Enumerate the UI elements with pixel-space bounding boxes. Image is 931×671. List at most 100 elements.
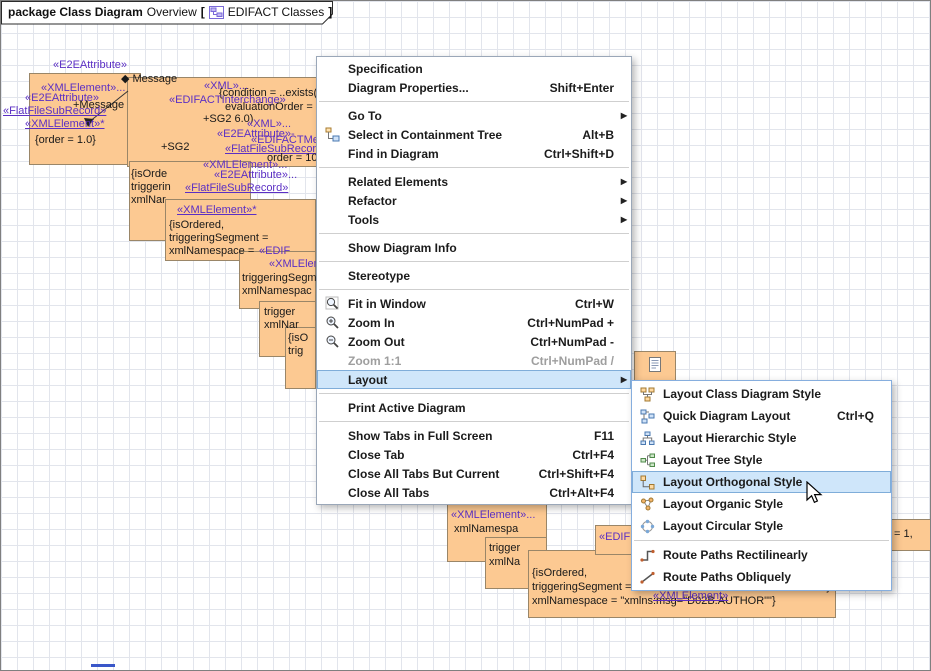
menu-item-shortcut: Ctrl+Shift+D bbox=[526, 147, 614, 161]
menu-item-layout-hierarchic-style[interactable]: Layout Hierarchic Style bbox=[632, 427, 891, 449]
menu-item-label: Layout Circular Style bbox=[663, 519, 783, 533]
menu-item-label: Fit in Window bbox=[348, 297, 426, 311]
menu-item-zoom-1-1[interactable]: Zoom 1:1Ctrl+NumPad / bbox=[317, 351, 631, 370]
menu-item-shortcut: Ctrl+NumPad - bbox=[512, 335, 614, 349]
frame-edge-mark bbox=[91, 664, 115, 667]
menu-item-route-paths-rectilinearly[interactable]: Route Paths Rectilinearly bbox=[632, 544, 891, 566]
menu-item-label: Route Paths Rectilinearly bbox=[663, 548, 808, 562]
menu-separator bbox=[319, 101, 629, 102]
zoom-in-icon bbox=[320, 315, 344, 330]
menu-item-show-tabs-in-full-screen[interactable]: Show Tabs in Full Screen F11 bbox=[317, 426, 631, 445]
menu-item-label: Layout Hierarchic Style bbox=[663, 431, 796, 445]
menu-item-label: Zoom Out bbox=[348, 335, 405, 349]
stereotype-label: «EDIF bbox=[259, 245, 290, 257]
menu-item-shortcut: Ctrl+NumPad / bbox=[513, 354, 614, 368]
mouse-cursor bbox=[805, 481, 827, 505]
menu-item-shortcut: Ctrl+Q bbox=[819, 409, 874, 423]
class-text-fragment: {isOrdered, bbox=[532, 567, 587, 579]
menu-item-label: Quick Diagram Layout bbox=[663, 409, 790, 423]
menu-item-label: Specification bbox=[348, 62, 423, 76]
menu-item-close-all-tabs-but-current[interactable]: Close All Tabs But CurrentCtrl+Shift+F4 bbox=[317, 464, 631, 483]
menu-item-label: Related Elements bbox=[348, 175, 448, 189]
menu-item-label: Close Tab bbox=[348, 448, 404, 462]
menu-item-shortcut: Ctrl+F4 bbox=[554, 448, 614, 462]
stereotype-label: «E2EAttribute»... bbox=[214, 169, 297, 181]
diagram-kind-label: package Class Diagram bbox=[8, 5, 143, 19]
diagram-tab[interactable]: package Class Diagram Overview [ EDIFACT… bbox=[1, 1, 343, 25]
submenu-arrow-icon: ▶ bbox=[614, 376, 627, 384]
menu-item-find-in-diagram[interactable]: Find in DiagramCtrl+Shift+D bbox=[317, 144, 631, 163]
menu-separator bbox=[319, 233, 629, 234]
menu-item-fit-in-window[interactable]: Fit in Window Ctrl+W bbox=[317, 294, 631, 313]
diagram-frame-title: EDIFACT Classes bbox=[228, 5, 324, 19]
class-text-fragment: trigger bbox=[264, 306, 295, 318]
menu-separator bbox=[634, 540, 889, 541]
menu-item-close-tab[interactable]: Close Tab Ctrl+F4 bbox=[317, 445, 631, 464]
frame-open-bracket: [ bbox=[201, 5, 205, 19]
menu-item-diagram-properties[interactable]: Diagram Properties...Shift+Enter bbox=[317, 78, 631, 97]
menu-separator bbox=[319, 167, 629, 168]
layout-class-diagram-icon bbox=[635, 387, 659, 402]
menu-item-label: Refactor bbox=[348, 194, 397, 208]
stereotype-label: «XMLElement»* bbox=[25, 118, 105, 130]
menu-item-shortcut: Ctrl+Shift+F4 bbox=[521, 467, 614, 481]
menu-item-select-in-containment-tree[interactable]: Select in Containment TreeAlt+B bbox=[317, 125, 631, 144]
menu-item-layout-orthogonal-style[interactable]: Layout Orthogonal Style bbox=[632, 471, 891, 493]
frame-close-bracket: ] bbox=[328, 5, 332, 19]
menu-item-layout-circular-style[interactable]: Layout Circular Style bbox=[632, 515, 891, 537]
class-text-fragment: {isOrdered, bbox=[169, 219, 224, 231]
menu-item-stereotype[interactable]: Stereotype bbox=[317, 266, 631, 285]
menu-item-close-all-tabs[interactable]: Close All TabsCtrl+Alt+F4 bbox=[317, 483, 631, 502]
menu-item-route-paths-obliquely[interactable]: Route Paths Obliquely bbox=[632, 566, 891, 588]
menu-item-zoom-out[interactable]: Zoom Out Ctrl+NumPad - bbox=[317, 332, 631, 351]
quick-diagram-layout-icon bbox=[635, 409, 659, 424]
class-text-fragment: ◆ Message bbox=[121, 73, 177, 85]
class-text-fragment: xmlNamespa bbox=[454, 523, 518, 535]
class-text-fragment: evaluationOrder = 6, bbox=[225, 101, 325, 113]
menu-item-layout[interactable]: Layout▶ bbox=[317, 370, 631, 389]
submenu-arrow-icon: ▶ bbox=[614, 178, 627, 186]
menu-item-label: Print Active Diagram bbox=[348, 401, 466, 415]
layout-organic-icon bbox=[635, 497, 659, 512]
class-text-fragment: triggeringSegment = bbox=[169, 232, 268, 244]
menu-item-zoom-in[interactable]: Zoom InCtrl+NumPad + bbox=[317, 313, 631, 332]
fit-in-window-icon bbox=[320, 296, 344, 311]
layout-tree-icon bbox=[635, 453, 659, 468]
menu-item-label: Stereotype bbox=[348, 269, 410, 283]
stereotype-label: «XMLElement»* bbox=[177, 204, 257, 216]
menu-item-print-active-diagram[interactable]: Print Active Diagram bbox=[317, 398, 631, 417]
diagram-canvas[interactable]: «E2EAttribute»◆ Message«XML»...«XMLEleme… bbox=[0, 0, 931, 671]
menu-item-related-elements[interactable]: Related Elements ▶ bbox=[317, 172, 631, 191]
diagram-name-label: Overview bbox=[147, 5, 197, 19]
menu-item-show-diagram-info[interactable]: Show Diagram Info bbox=[317, 238, 631, 257]
menu-item-layout-organic-style[interactable]: Layout Organic Style bbox=[632, 493, 891, 515]
menu-item-go-to[interactable]: Go To▶ bbox=[317, 106, 631, 125]
menu-separator bbox=[319, 261, 629, 262]
menu-item-layout-tree-style[interactable]: Layout Tree Style bbox=[632, 449, 891, 471]
class-diagram-icon bbox=[209, 6, 224, 19]
class-text-fragment: {isO bbox=[288, 332, 308, 344]
class-text-fragment: xmlNamespace = bbox=[169, 245, 257, 257]
menu-item-label: Select in Containment Tree bbox=[348, 128, 502, 142]
menu-item-tools[interactable]: Tools▶ bbox=[317, 210, 631, 229]
menu-item-refactor[interactable]: Refactor▶ bbox=[317, 191, 631, 210]
menu-item-label: Show Diagram Info bbox=[348, 241, 457, 255]
class-text-fragment: = 1, bbox=[894, 528, 913, 540]
menu-item-shortcut: Shift+Enter bbox=[532, 81, 614, 95]
class-text-fragment: trigger bbox=[489, 542, 520, 554]
menu-separator bbox=[319, 289, 629, 290]
diagram-element-fragment[interactable] bbox=[634, 351, 676, 383]
stereotype-label: «E2EAttribute» bbox=[53, 59, 127, 71]
submenu-arrow-icon: ▶ bbox=[614, 112, 627, 120]
menu-item-quick-diagram-layout[interactable]: Quick Diagram Layout Ctrl+Q bbox=[632, 405, 891, 427]
stereotype-label: «EDIF bbox=[599, 531, 630, 543]
menu-item-layout-class-diagram-style[interactable]: Layout Class Diagram Style bbox=[632, 383, 891, 405]
menu-item-shortcut: Ctrl+W bbox=[557, 297, 614, 311]
menu-item-label: Zoom In bbox=[348, 316, 395, 330]
route-oblique-icon bbox=[635, 570, 659, 585]
stereotype-label: «XMLElement»... bbox=[451, 509, 535, 521]
menu-item-label: Show Tabs in Full Screen bbox=[348, 429, 492, 443]
page-icon bbox=[649, 357, 662, 378]
menu-item-shortcut: F11 bbox=[576, 429, 614, 443]
menu-item-specification[interactable]: Specification bbox=[317, 59, 631, 78]
